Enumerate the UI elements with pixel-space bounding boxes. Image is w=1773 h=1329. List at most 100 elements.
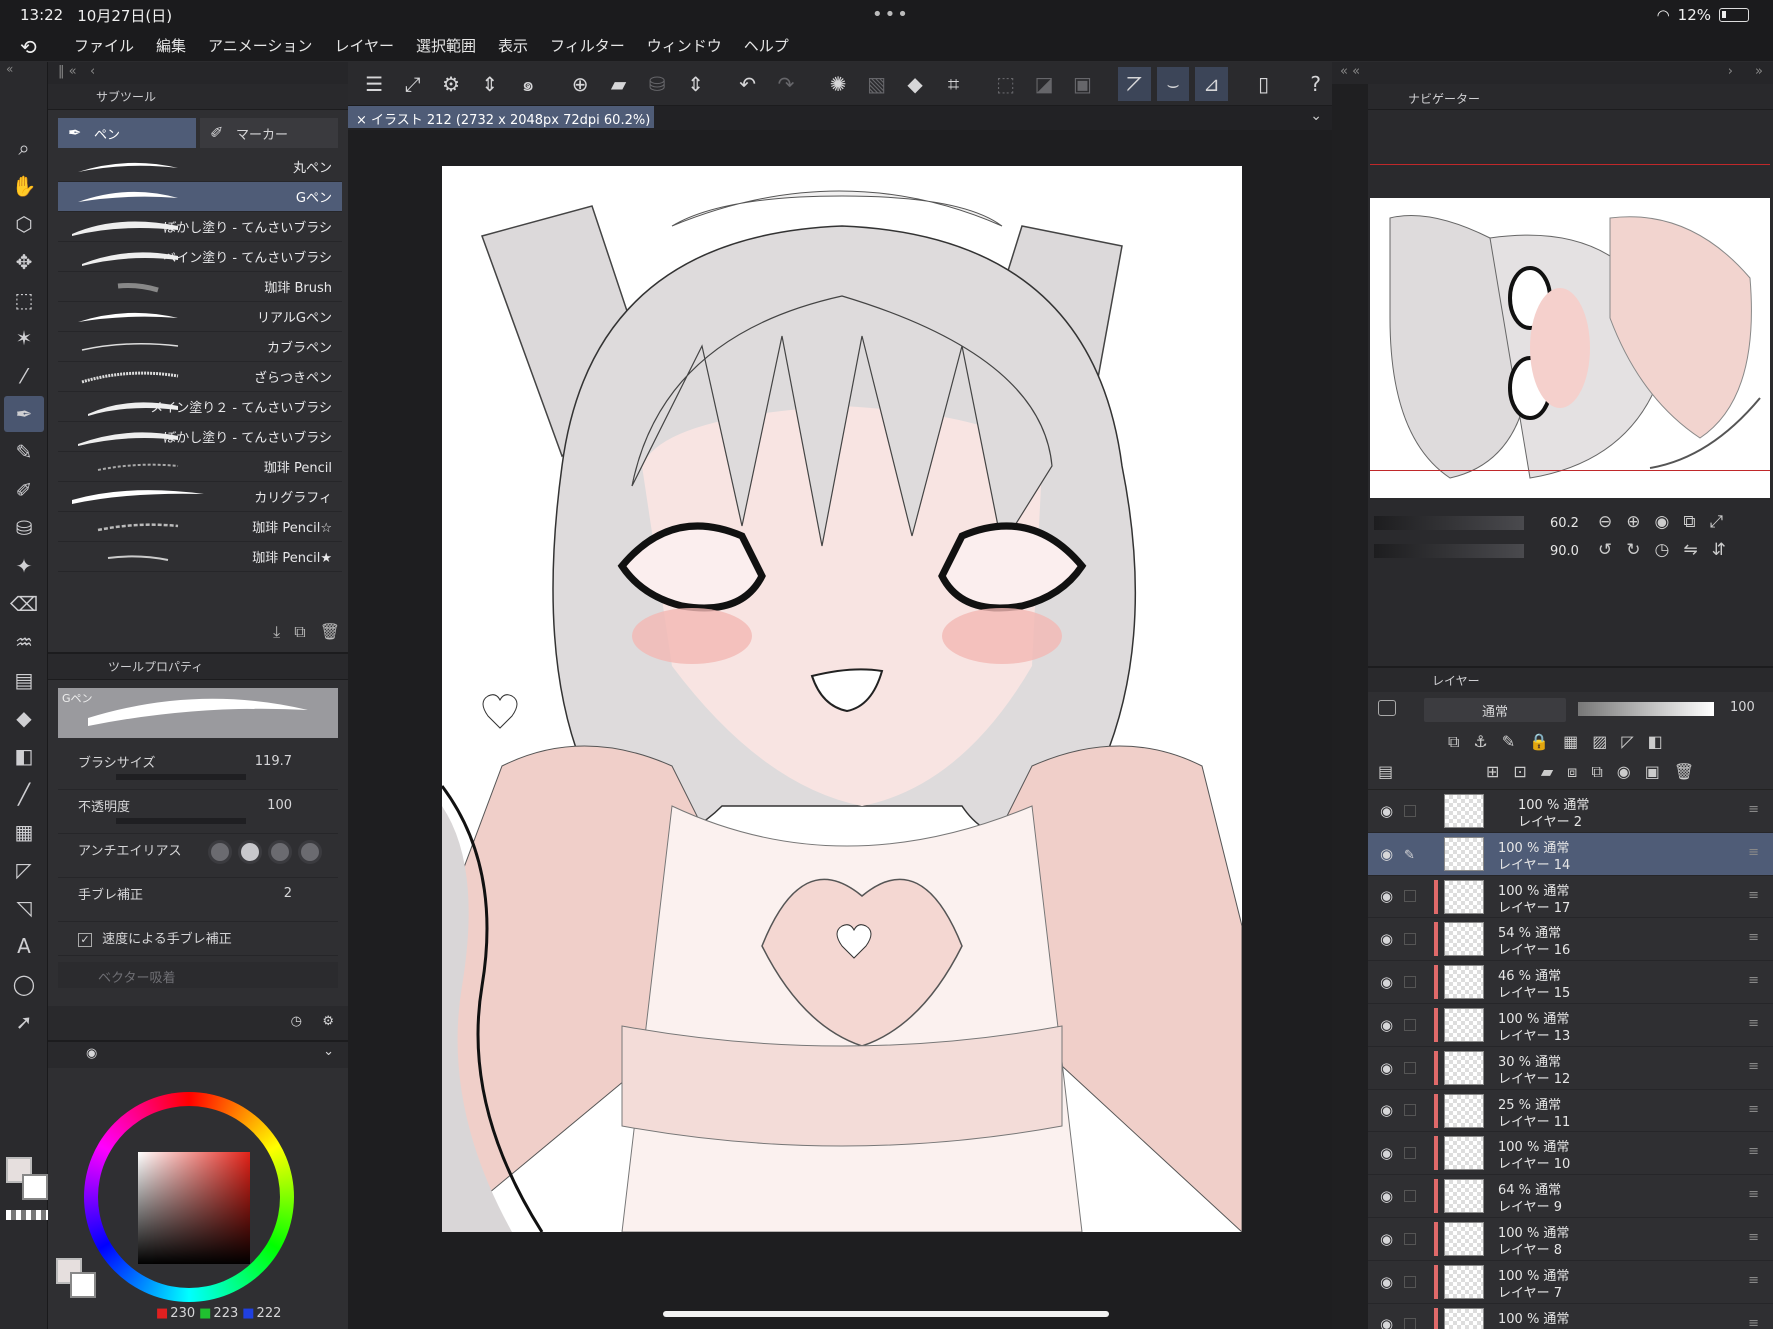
menu-filter[interactable]: フィルター <box>550 35 625 56</box>
layer-lock-checkbox[interactable] <box>1404 1061 1416 1074</box>
pencil-tool-icon[interactable]: ✎ <box>4 434 44 470</box>
layer-lock-checkbox[interactable] <box>1404 890 1416 903</box>
visibility-eye-icon[interactable]: ◉ <box>1380 1230 1393 1248</box>
brush-item[interactable]: ぼかし塗り - てんさいブラシ <box>58 422 342 452</box>
layer-row[interactable]: ◉ 30 % 通常 レイヤー 12 ≡ <box>1368 1047 1773 1090</box>
frame-tool-icon[interactable]: ▦ <box>4 814 44 850</box>
antialias-weak[interactable] <box>238 840 262 864</box>
layer-row[interactable]: ◉ 46 % 通常 レイヤー 15 ≡ <box>1368 961 1773 1004</box>
brush-item[interactable]: 丸ペン <box>58 152 342 182</box>
layer-row[interactable]: ◉100 % 通常レイヤー 6≡ <box>1368 1304 1773 1329</box>
3d-tool-icon[interactable]: ⬡ <box>4 206 44 242</box>
fill-icon[interactable]: ◆ <box>899 67 931 101</box>
wrench-icon[interactable]: ⚙ <box>322 1014 334 1029</box>
settings-icon[interactable]: ⚙ <box>435 67 467 101</box>
blend-tool-icon[interactable]: ♒ <box>4 624 44 660</box>
subtool-tab-marker[interactable]: ✐ マーカー <box>200 118 338 148</box>
collapse-left-icon[interactable]: « <box>0 62 47 82</box>
clear-selection-icon[interactable]: ▧ <box>860 67 892 101</box>
new-raster-layer-icon[interactable]: ⊞ <box>1486 762 1499 782</box>
visibility-eye-icon[interactable]: ◉ <box>1380 930 1393 948</box>
visibility-eye-icon[interactable]: ◉ <box>1380 1315 1393 1329</box>
visibility-eye-icon[interactable]: ◉ <box>1380 1144 1393 1162</box>
balloon-tool-icon[interactable]: ◹ <box>4 890 44 926</box>
artboard[interactable] <box>442 166 1242 1232</box>
subtool-tab-pen[interactable]: ✒ ペン <box>58 118 196 148</box>
layer-thumbnail[interactable] <box>1444 1264 1484 1299</box>
pen-tool-icon[interactable]: ✒ <box>4 396 44 432</box>
brush-item[interactable]: Gペン <box>58 182 342 212</box>
eraser-tool-icon[interactable]: ⌫ <box>4 586 44 622</box>
drag-handle-icon[interactable]: ≡ <box>1748 1230 1759 1245</box>
reference-layer-icon[interactable]: ⚓ <box>1473 732 1487 752</box>
drag-handle-icon[interactable]: ≡ <box>1748 1316 1759 1329</box>
new-folder-icon[interactable]: ▰ <box>1541 762 1553 782</box>
drag-handle-icon[interactable]: ≡ <box>1748 888 1759 903</box>
trash-icon[interactable]: 🗑 <box>320 622 340 642</box>
color-wheel-tab-icon[interactable]: ◉ <box>86 1046 97 1061</box>
layer-thumbnail[interactable] <box>1444 965 1484 1000</box>
layer-thumbnail[interactable] <box>1444 1179 1484 1214</box>
layer-row[interactable]: ◉ 100 % 通常 レイヤー 13 ≡ <box>1368 1004 1773 1047</box>
menu-file[interactable]: ファイル <box>74 35 134 56</box>
layer-row[interactable]: ◉ ✎ 100 % 通常 レイヤー 14 ≡ <box>1368 832 1773 876</box>
brush-size-value[interactable]: 119.7 <box>255 754 292 769</box>
antialias-row[interactable]: アンチエイリアス <box>58 834 338 878</box>
zoom-tool-icon[interactable]: ⌕ <box>4 130 44 166</box>
visibility-eye-icon[interactable]: ◉ <box>1380 1273 1393 1291</box>
menu-layer[interactable]: レイヤー <box>334 35 394 56</box>
draft-layer-icon[interactable]: ✎ <box>1502 732 1515 752</box>
zoom-value[interactable]: 60.2 <box>1550 516 1579 531</box>
layer-list-icon[interactable]: ▤ <box>1378 762 1393 781</box>
brush-item[interactable]: 珈琲 Pencil☆ <box>58 512 342 542</box>
undo-icon[interactable]: ↶ <box>731 67 763 101</box>
multitask-dots[interactable]: ••• <box>872 4 910 25</box>
brush-item[interactable]: 珈琲 Pencil★ <box>58 542 342 572</box>
move-tool-icon[interactable]: ✥ <box>4 244 44 280</box>
duplicate-icon[interactable]: ⧉ <box>294 622 305 642</box>
layer-row[interactable]: ◉ 100 % 通常 レイヤー 10 ≡ <box>1368 1132 1773 1176</box>
vector-snap-row[interactable]: ベクター吸着 <box>58 962 338 988</box>
pen-icon[interactable]: ✎ <box>1404 848 1416 863</box>
snap-grid-icon[interactable]: ⊿ <box>1195 66 1228 101</box>
layer-lock-checkbox[interactable] <box>1404 1018 1416 1031</box>
visibility-eye-icon[interactable]: ◉ <box>1380 1016 1393 1034</box>
brush-item[interactable]: リアルGペン <box>58 302 342 332</box>
drag-handle-icon[interactable]: ≡ <box>1748 1144 1759 1159</box>
layer-thumbnail[interactable] <box>1444 794 1484 828</box>
brush-item[interactable]: カブラペン <box>58 332 342 362</box>
create-mask-icon[interactable]: ◉ <box>1617 762 1631 782</box>
hand-tool-icon[interactable]: ✋ <box>4 168 44 204</box>
layer-row[interactable]: ◉ 100 % 通常 レイヤー 2 ≡ <box>1368 790 1773 833</box>
object-tool-icon[interactable]: ➚ <box>4 1004 44 1040</box>
drag-handle-icon[interactable]: ≡ <box>1748 1059 1759 1074</box>
brush-item[interactable]: ぼかし塗り - てんさいブラシ <box>58 212 342 242</box>
ruler-tool-icon[interactable]: ◸ <box>4 852 44 888</box>
brush-item[interactable]: ベイン塗り - てんさいブラシ <box>58 242 342 272</box>
airbrush-tool-icon[interactable]: ⛁ <box>4 510 44 546</box>
layer-row[interactable]: ◉ 100 % 通常 レイヤー 7 ≡ <box>1368 1261 1773 1304</box>
layer-lock-checkbox[interactable] <box>1404 1232 1416 1245</box>
eyedropper-icon[interactable]: ⁄ <box>4 358 44 394</box>
antialias-none[interactable] <box>208 840 232 864</box>
stepper-icon[interactable]: ⇕ <box>473 67 505 101</box>
show-selection-icon[interactable]: ▣ <box>1066 67 1098 101</box>
expand-icon[interactable]: » <box>1755 64 1763 79</box>
line-tool-icon[interactable]: ╱ <box>4 776 44 812</box>
layer-color-mode-icon[interactable]: ◧ <box>1648 732 1663 752</box>
brush-item[interactable]: 珈琲 Brush <box>58 272 342 302</box>
rotate-right-icon[interactable]: ↻ <box>1626 540 1640 560</box>
layer-opacity-slider[interactable] <box>1578 702 1714 716</box>
layer-row[interactable]: ◉ 64 % 通常 レイヤー 9 ≡ <box>1368 1175 1773 1218</box>
stepper-icon[interactable]: ⇕ <box>679 67 711 101</box>
layer-thumbnail[interactable] <box>1444 836 1484 871</box>
visibility-eye-icon[interactable]: ◉ <box>1380 802 1393 820</box>
fill-tool-icon[interactable]: ▤ <box>4 662 44 698</box>
layer-thumbnail[interactable] <box>1444 1221 1484 1256</box>
rotate-left-icon[interactable]: ↺ <box>1598 540 1612 560</box>
app-logo-icon[interactable]: ⟲ <box>20 35 50 59</box>
clear-icon[interactable]: ✺ <box>822 67 854 101</box>
layer-thumbnail[interactable] <box>1444 879 1484 914</box>
layer-thumbnail[interactable] <box>1444 1093 1484 1128</box>
opacity-value[interactable]: 100 <box>267 798 292 813</box>
